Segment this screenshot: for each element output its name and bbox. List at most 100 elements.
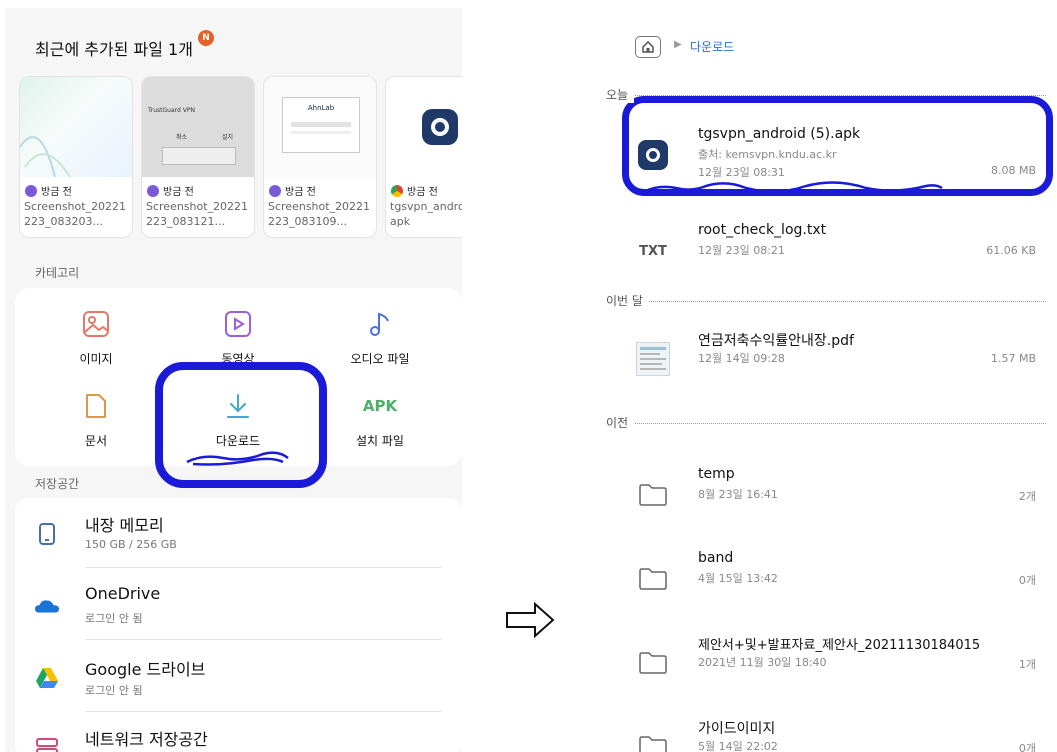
screenshot-app-icon — [25, 184, 37, 197]
folder-icon — [636, 478, 670, 512]
recent-file-card[interactable]: TrustGuard VPN 취소 설치 방금 전 Screenshot_202… — [141, 76, 255, 238]
storage-title: OneDrive — [85, 584, 161, 603]
recent-files-title: 최근에 추가된 파일 1개 — [35, 40, 193, 59]
storage-list: 내장 메모리 150 GB / 256 GB OneDrive 로그인 안 됨 … — [15, 498, 462, 752]
storage-title: Google 드라이브 — [85, 660, 206, 679]
folder-date: 2021년 11월 30일 18:40 — [698, 656, 827, 669]
file-size: 1.57 MB — [990, 352, 1036, 365]
folder-count: 0개 — [1018, 742, 1036, 752]
card-filename: tgsvpn_android (5).apk — [390, 200, 462, 228]
new-badge: N — [198, 30, 214, 46]
group-header-this-month: 이번 달 — [606, 292, 1046, 310]
file-date: 12월 14일 09:28 — [698, 352, 785, 365]
file-manager-home: 최근에 추가된 파일 1개 N 방금 전 Screenshot_20221223… — [5, 8, 462, 752]
storage-onedrive[interactable]: OneDrive 로그인 안 됨 — [15, 570, 462, 640]
category-video[interactable]: 동영상 — [178, 306, 298, 367]
category-install-files[interactable]: APK 설치 파일 — [320, 388, 440, 449]
card-time: 방금 전 — [407, 187, 438, 198]
screenshot-app-icon — [269, 184, 281, 197]
txt-file-icon: TXT — [639, 243, 667, 259]
storage-sub: 150 GB / 256 GB — [85, 538, 177, 551]
thumb-title: AhnLab — [307, 104, 335, 112]
card-time: 방금 전 — [41, 187, 72, 198]
video-icon — [178, 306, 298, 342]
scribble-annotation — [639, 181, 943, 196]
category-label: 설치 파일 — [356, 434, 404, 448]
card-time: 방금 전 — [285, 187, 316, 198]
recent-files-carousel[interactable]: 방금 전 Screenshot_20221223_083203... Trust… — [19, 76, 462, 246]
screenshot-thumbnail — [20, 77, 132, 178]
file-name: root_check_log.txt — [698, 222, 827, 238]
folder-row[interactable]: temp 8월 23일 16:41 2개 — [622, 460, 1042, 530]
audio-icon — [320, 306, 440, 342]
screenshot-thumbnail: AhnLab — [264, 77, 376, 177]
category-label: 문서 — [84, 434, 108, 448]
right-arrow-icon — [506, 601, 555, 639]
thumb-cancel: 취소 — [176, 134, 188, 141]
card-time: 방금 전 — [163, 187, 194, 198]
category-document[interactable]: 문서 — [36, 388, 156, 449]
folder-name: 가이드이미지 — [698, 721, 776, 737]
storage-section-label: 저장공간 — [35, 477, 80, 491]
pdf-thumbnail — [636, 342, 670, 376]
folder-icon — [636, 646, 670, 680]
storage-google-drive[interactable]: Google 드라이브 로그인 안 됨 — [15, 642, 462, 712]
storage-sub: 로그인 안 됨 — [85, 612, 143, 625]
category-image[interactable]: 이미지 — [36, 306, 156, 367]
category-label: 이미지 — [79, 352, 113, 366]
google-drive-icon — [35, 666, 59, 690]
folder-count: 1개 — [1018, 658, 1036, 671]
folder-row[interactable]: 제안서+및+발표자료_제안사_20211130184015 2021년 11월 … — [622, 628, 1042, 698]
folder-count: 0개 — [1018, 574, 1036, 587]
folder-count: 2개 — [1018, 490, 1036, 503]
thumb-title: TrustGuard VPN — [148, 107, 195, 114]
folder-row[interactable]: band 4월 15일 13:42 0개 — [622, 544, 1042, 614]
file-name: 연금저축수익률안내장.pdf — [698, 333, 854, 349]
downloads-folder-view: ▶ 다운로드 오늘 tgsvpn_android (5).apk 출처: kem… — [602, 8, 1057, 752]
folder-name: temp — [698, 466, 735, 482]
category-section-label: 카테고리 — [35, 266, 80, 280]
recent-file-card[interactable]: 방금 전 Screenshot_20221223_083203... — [19, 76, 133, 238]
screenshot-app-icon — [147, 184, 159, 197]
folder-date: 8월 23일 16:41 — [698, 488, 778, 501]
category-label: 오디오 파일 — [350, 352, 410, 366]
image-icon — [36, 306, 156, 342]
storage-title: 네트워크 저장공간 — [85, 730, 208, 749]
vpn-app-icon — [422, 109, 458, 145]
apk-icon: APK — [362, 397, 398, 415]
file-date: 12월 23일 08:21 — [698, 244, 785, 257]
breadcrumb-current[interactable]: 다운로드 — [690, 38, 734, 55]
card-filename: Screenshot_20221223_083203... — [24, 200, 127, 228]
document-icon — [36, 388, 156, 424]
recent-file-card[interactable]: AhnLab 방금 전 Screenshot_20221223_083109..… — [263, 76, 377, 238]
folder-icon — [636, 562, 670, 596]
category-audio[interactable]: 오디오 파일 — [320, 306, 440, 367]
card-filename: Screenshot_20221223_083121... — [146, 200, 249, 228]
onedrive-icon — [35, 594, 59, 618]
storage-internal[interactable]: 내장 메모리 150 GB / 256 GB — [15, 498, 462, 568]
file-row[interactable]: TXT root_check_log.txt 12월 23일 08:21 61.… — [622, 216, 1042, 286]
folder-icon — [636, 730, 670, 752]
folder-date: 5월 14일 22:02 — [698, 740, 778, 752]
storage-sub: 로그인 안 됨 — [85, 684, 143, 697]
network-storage-icon — [35, 736, 59, 752]
file-row[interactable]: 연금저축수익률안내장.pdf 12월 14일 09:28 1.57 MB — [622, 324, 1042, 394]
group-header-earlier: 이전 — [606, 414, 1046, 432]
scribble-annotation — [186, 451, 289, 466]
thumb-install: 설치 — [222, 134, 234, 141]
folder-row[interactable]: 가이드이미지 5월 14일 22:02 0개 — [622, 712, 1042, 752]
breadcrumb-separator-icon: ▶ — [674, 39, 682, 50]
home-icon[interactable] — [635, 36, 661, 58]
folder-name: band — [698, 550, 734, 566]
chrome-icon — [391, 184, 403, 197]
card-filename: Screenshot_20221223_083109... — [268, 200, 371, 228]
folder-date: 4월 15일 13:42 — [698, 572, 778, 585]
file-size: 61.06 KB — [986, 244, 1036, 257]
folder-name: 제안서+및+발표자료_제안사_20211130184015 — [698, 638, 981, 653]
apk-thumbnail — [386, 77, 462, 177]
recent-file-card[interactable]: 방금 전 tgsvpn_android (5).apk — [385, 76, 462, 238]
storage-network[interactable]: 네트워크 저장공간 — [15, 712, 462, 752]
storage-title: 내장 메모리 — [85, 516, 164, 535]
screenshot-thumbnail: TrustGuard VPN 취소 설치 — [142, 77, 254, 177]
phone-icon — [35, 522, 59, 546]
